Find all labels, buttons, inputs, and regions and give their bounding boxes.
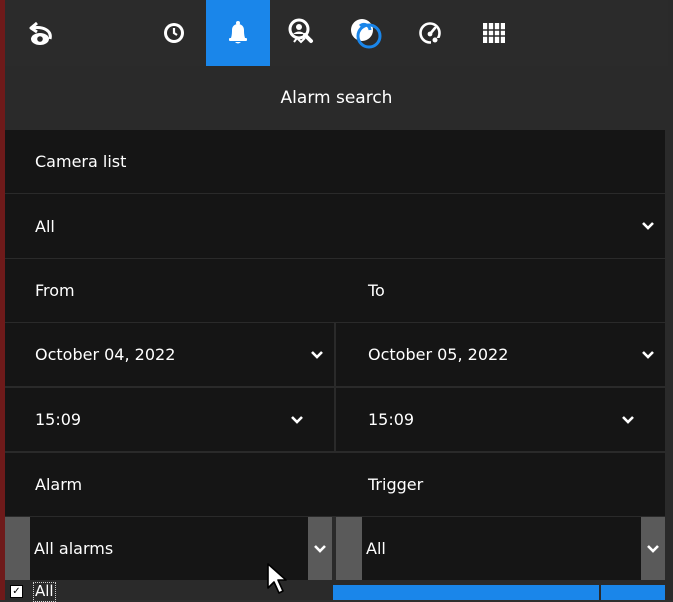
- alarm-button[interactable]: [206, 0, 270, 66]
- from-time-select[interactable]: 15:09: [5, 388, 334, 451]
- from-date-value: October 04, 2022: [35, 345, 176, 364]
- chevron-down-icon: [647, 545, 659, 553]
- trigger-select-left-cap: [336, 517, 362, 580]
- from-label: From: [35, 281, 75, 300]
- search-person-icon: [288, 18, 313, 44]
- chevron-down-icon: [642, 350, 654, 359]
- range-label-row: From To: [5, 259, 665, 322]
- to-date-value: October 05, 2022: [368, 345, 509, 364]
- chevron-down-icon: [311, 350, 323, 359]
- mouse-cursor-icon: [267, 563, 287, 594]
- gauge-icon: [419, 22, 441, 44]
- back-icon: [29, 21, 52, 45]
- camera-list-label: Camera list: [35, 152, 127, 171]
- overlay-button[interactable]: [334, 0, 398, 66]
- grid-button[interactable]: [462, 0, 526, 66]
- from-date-select[interactable]: October 04, 2022: [5, 323, 334, 386]
- camera-select[interactable]: All: [5, 194, 665, 258]
- toolbar: [5, 0, 668, 66]
- search-person-button[interactable]: [270, 0, 334, 66]
- chevron-down-icon: [314, 545, 326, 553]
- chevron-down-icon: [622, 415, 634, 424]
- back-button[interactable]: [10, 0, 74, 66]
- camera-list-label-row: Camera list: [5, 130, 665, 193]
- trigger-select-value: All: [366, 539, 386, 558]
- trigger-select-body: All: [362, 517, 641, 580]
- page-title: Alarm search: [280, 88, 393, 108]
- alarm-select-button[interactable]: [308, 517, 332, 580]
- alarm-search-panel: Alarm search Camera list All From To Oct…: [0, 0, 673, 602]
- camera-select-value: All: [35, 216, 55, 236]
- results-bar-end: [601, 585, 665, 600]
- all-checkbox-label[interactable]: All: [33, 582, 56, 602]
- alarm-select-left-cap: [5, 517, 30, 580]
- to-time-value: 15:09: [368, 410, 415, 429]
- clock-icon: [164, 23, 184, 43]
- to-time-select[interactable]: 15:09: [336, 388, 665, 451]
- results-bar: [333, 585, 599, 600]
- grid-icon: [483, 23, 505, 43]
- to-date-select[interactable]: October 05, 2022: [336, 323, 665, 386]
- to-label: To: [368, 281, 385, 300]
- bell-icon: [229, 21, 247, 44]
- overlap-circles-icon: [351, 19, 382, 49]
- all-checkbox[interactable]: ✓: [10, 585, 23, 598]
- clock-button[interactable]: [142, 0, 206, 66]
- chevron-down-icon: [291, 415, 303, 424]
- filter-label-row: Alarm Trigger: [5, 453, 665, 516]
- alarm-label: Alarm: [35, 475, 83, 494]
- from-time-value: 15:09: [35, 410, 82, 429]
- alarm-select-value: All alarms: [34, 539, 114, 558]
- chevron-down-icon: [642, 222, 654, 230]
- trigger-label: Trigger: [368, 475, 424, 494]
- gauge-button[interactable]: [398, 0, 462, 66]
- trigger-select-button[interactable]: [641, 517, 665, 580]
